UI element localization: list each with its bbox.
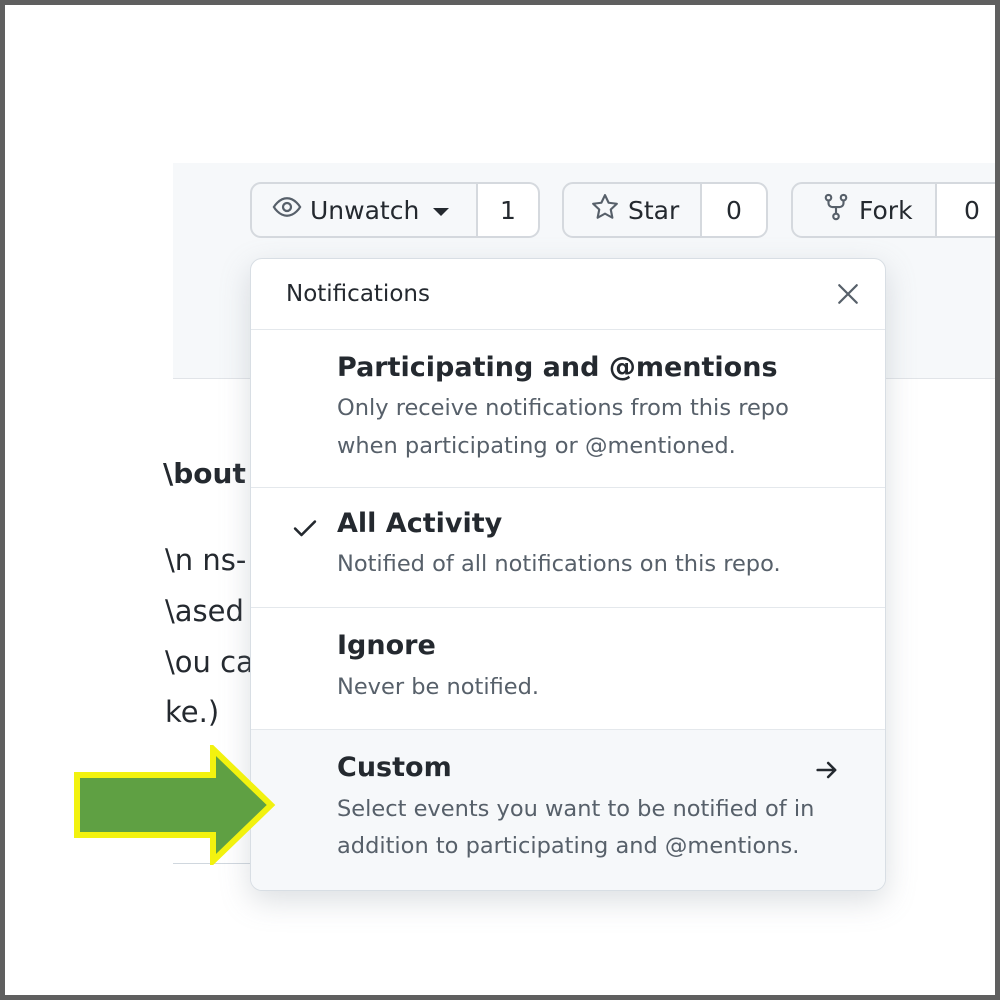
fork-button-group: Fork 0 xyxy=(791,182,995,238)
star-button-group: Star 0 xyxy=(562,182,768,238)
eye-icon xyxy=(272,192,310,228)
about-line-1: \n ns- xyxy=(165,543,247,577)
option-title: All Activity xyxy=(337,508,503,539)
fork-count[interactable]: 0 xyxy=(937,182,995,238)
unwatch-label: Unwatch xyxy=(310,195,420,225)
about-line-3: \ou ca xyxy=(165,645,254,679)
star-count[interactable]: 0 xyxy=(702,182,768,238)
close-icon[interactable] xyxy=(833,279,863,309)
watch-button-group: Unwatch 1 xyxy=(250,182,540,238)
fork-label: Fork xyxy=(859,195,913,225)
option-title: Ignore xyxy=(337,630,436,661)
check-icon xyxy=(291,514,319,542)
option-all-activity[interactable]: All Activity Notified of all notificatio… xyxy=(251,488,885,608)
about-line-2: \ased xyxy=(165,594,244,628)
watch-count[interactable]: 1 xyxy=(478,182,540,238)
option-participating[interactable]: Participating and @mentions Only receive… xyxy=(251,330,885,488)
about-line-4: ke.) xyxy=(165,695,220,729)
pointer-arrow-icon xyxy=(74,745,276,865)
unwatch-button[interactable]: Unwatch xyxy=(250,182,478,238)
option-custom[interactable]: Custom Select events you want to be noti… xyxy=(251,730,885,890)
fork-button[interactable]: Fork xyxy=(791,182,937,238)
fork-icon xyxy=(821,192,859,228)
popover-header: Notifications xyxy=(251,259,885,330)
option-description-2: when participating or @mentioned. xyxy=(337,433,736,459)
chevron-down-icon xyxy=(433,208,450,216)
option-title: Custom xyxy=(337,752,452,783)
option-title: Participating and @mentions xyxy=(337,352,778,383)
option-description: Notified of all notifications on this re… xyxy=(337,551,781,577)
popover-title: Notifications xyxy=(286,281,430,307)
star-button[interactable]: Star xyxy=(562,182,702,238)
option-description-2: addition to participating and @mentions. xyxy=(337,833,800,859)
star-label: Star xyxy=(628,195,680,225)
about-heading: \bout xyxy=(163,457,246,490)
screenshot-frame: Unwatch 1 Star 0 Fork 0 \bout \n ns- \as… xyxy=(0,0,1000,1000)
star-icon xyxy=(590,192,628,228)
option-description: Select events you want to be notified of… xyxy=(337,796,815,822)
notifications-popover: Notifications Participating and @mention… xyxy=(250,258,886,891)
option-description: Never be notified. xyxy=(337,674,540,700)
option-description: Only receive notifications from this rep… xyxy=(337,395,789,421)
option-ignore[interactable]: Ignore Never be notified. xyxy=(251,608,885,730)
arrow-right-icon xyxy=(813,756,841,784)
